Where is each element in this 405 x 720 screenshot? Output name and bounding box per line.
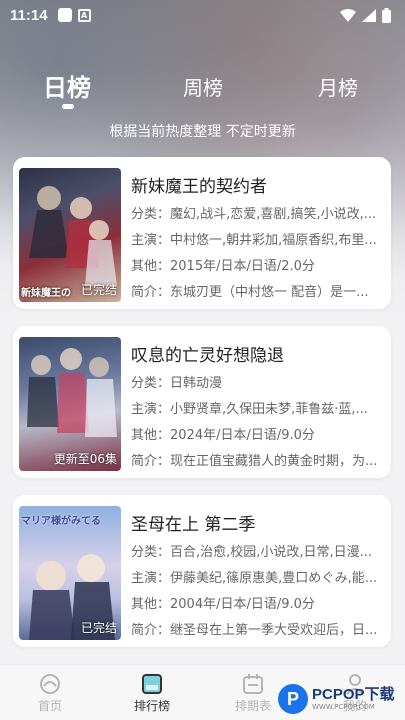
poster-title-logo: 新妹魔王の契 [21,288,71,299]
anime-intro: 简介：现在正值宝藏猎人的黄金时期，为... [131,454,378,469]
anime-intro: 简介：继圣母在上第一季大受欢迎后，日... [131,623,378,638]
status-badge: 已完结 [80,621,117,635]
home-icon [40,674,60,694]
cellular-signal-icon [362,8,376,22]
nav-ranking[interactable]: 排行榜 [122,665,182,720]
active-tab-indicator [62,104,74,109]
nav-home[interactable]: 首页 [20,665,80,720]
nav-home-label: 首页 [37,699,62,713]
anime-card[interactable]: 新妹魔王の契 已完结 新妹魔王的契约者 分类：魔幻,战斗,恋爱,喜剧,搞笑,小说… [13,157,391,309]
tab-monthly[interactable]: 月榜 [318,72,358,101]
anime-intro: 简介：东城刃更（中村悠一 配音）是一... [131,285,369,300]
status-time: 11:14 [10,6,48,24]
tab-daily[interactable]: 日榜 [43,68,91,103]
anime-title[interactable]: 圣母在上 第二季 [131,510,255,535]
anime-title[interactable]: 新妹魔王的契约者 [131,172,267,197]
pcpop-watermark: P PCPOP下载 WWW.PCPOP.COM [278,682,403,716]
battery-icon [382,7,391,23]
anime-cast: 主演：小野贤章,久保田未梦,菲鲁兹·蓝,... [131,402,368,417]
anime-cast: 主演：中村悠一,朝井彩加,福原香织,布里... [131,233,377,248]
poster-title-logo: マリア様がみてる [21,516,101,527]
anime-card[interactable]: マリア様がみてる 已完结 圣母在上 第二季 分类：百合,治愈,校园,小说改,日常… [13,495,391,647]
status-badge: 更新至06集 [53,452,117,466]
anime-cast: 主演：伊藤美纪,篠原惠美,豊口めぐみ,能... [131,571,378,586]
anime-title[interactable]: 叹息的亡灵好想隐退 [131,341,284,366]
status-badge: 已完结 [80,283,117,297]
ranking-tabs: 日榜 周榜 月榜 [0,68,405,108]
nav-schedule-label: 排期表 [234,699,271,713]
ranking-subtitle: 根据当前热度整理 不定时更新 [109,124,296,140]
anime-genre: 分类：百合,治愈,校园,小说改,日常,日漫... [131,545,373,560]
anime-poster[interactable]: 新妹魔王の契 已完结 [19,168,121,302]
nav-schedule[interactable]: 排期表 [223,665,283,720]
anime-other-info: 其他：2015年/日本/日语/2.0分 [131,259,315,274]
ranking-icon [142,674,162,694]
anime-other-info: 其他：2024年/日本/日语/9.0分 [131,428,315,443]
app-notification-icon: A [77,8,91,22]
anime-genre: 分类：魔幻,战斗,恋爱,喜剧,搞笑,小说改,... [131,207,377,222]
anime-genre: 分类：日韩动漫 [131,376,223,391]
watermark-main-text: PCPOP下载 [312,685,395,703]
watermark-sub-text: WWW.PCPOP.COM [312,702,375,711]
status-bar: 11:14 A [0,0,405,30]
notification-icon [57,8,72,22]
pcpop-logo: P [278,684,308,714]
anime-poster[interactable]: マリア様がみてる 已完结 [19,506,121,640]
anime-card[interactable]: 更新至06集 叹息的亡灵好想隐退 分类：日韩动漫 主演：小野贤章,久保田未梦,菲… [13,326,391,478]
wifi-icon [340,8,356,22]
nav-ranking-label: 排行榜 [133,699,170,713]
tab-weekly[interactable]: 周榜 [183,72,223,101]
anime-other-info: 其他：2004年/日本/日语/9.0分 [131,597,315,612]
calendar-icon [243,674,263,694]
anime-poster[interactable]: 更新至06集 [19,337,121,471]
